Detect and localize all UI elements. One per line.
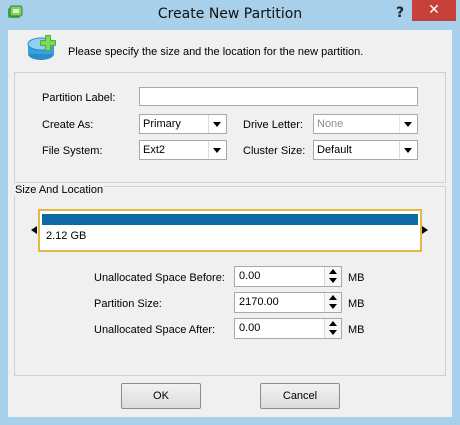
help-button[interactable]: ? — [393, 4, 407, 22]
cluster-size-value: Default — [317, 144, 352, 156]
spin-buttons[interactable] — [324, 293, 341, 312]
move-right-arrow-icon[interactable] — [422, 226, 428, 234]
partition-label-caption: Partition Label: — [42, 92, 116, 104]
unallocated-after-input[interactable]: 0.00 — [234, 318, 342, 339]
size-and-location-title: Size And Location — [14, 184, 105, 196]
spin-down-icon[interactable] — [329, 278, 337, 283]
chevron-down-icon — [399, 115, 417, 133]
dialog-body: Please specify the size and the location… — [8, 30, 452, 417]
unallocated-after-caption: Unallocated Space After: — [94, 324, 216, 336]
dialog-window: Create New Partition ? ✕ Please specify … — [0, 0, 460, 425]
new-partition-disk-icon — [27, 35, 56, 60]
move-left-arrow-icon[interactable] — [31, 226, 37, 234]
window-title: Create New Partition — [157, 6, 303, 22]
partition-size-input[interactable]: 2170.00 — [234, 292, 342, 313]
file-system-value: Ext2 — [143, 144, 166, 156]
file-system-caption: File System: — [42, 145, 103, 157]
unit-label: MB — [348, 298, 365, 310]
spin-up-icon[interactable] — [329, 295, 337, 300]
unallocated-after-value: 0.00 — [239, 322, 261, 334]
cancel-button[interactable]: Cancel — [260, 383, 340, 409]
close-button[interactable]: ✕ — [412, 0, 456, 21]
unit-label: MB — [348, 324, 365, 336]
chevron-down-icon — [208, 115, 226, 133]
partition-size-caption: Partition Size: — [94, 298, 162, 310]
spin-down-icon[interactable] — [329, 304, 337, 309]
cluster-size-caption: Cluster Size: — [243, 145, 306, 157]
chevron-down-icon — [399, 141, 417, 159]
partition-label-input[interactable] — [139, 87, 418, 106]
spin-down-icon[interactable] — [329, 330, 337, 335]
spin-buttons[interactable] — [324, 267, 341, 286]
create-as-value: Primary — [143, 118, 181, 130]
create-as-select[interactable]: Primary — [139, 114, 227, 134]
unit-label: MB — [348, 272, 365, 284]
cluster-size-select[interactable]: Default — [313, 140, 418, 160]
instruction-text: Please specify the size and the location… — [68, 46, 364, 58]
spin-up-icon[interactable] — [329, 269, 337, 274]
partition-bar[interactable] — [42, 214, 418, 225]
drive-letter-select[interactable]: None — [313, 114, 418, 134]
create-as-caption: Create As: — [42, 119, 94, 131]
file-system-select[interactable]: Ext2 — [139, 140, 227, 160]
drive-letter-value: None — [317, 118, 344, 130]
title-bar[interactable]: Create New Partition ? ✕ — [0, 0, 460, 28]
spin-buttons[interactable] — [324, 319, 341, 338]
unallocated-before-caption: Unallocated Space Before: — [94, 272, 225, 284]
partition-size-value: 2170.00 — [239, 296, 279, 308]
spin-up-icon[interactable] — [329, 321, 337, 326]
disk-map[interactable]: 2.12 GB — [38, 209, 422, 252]
chevron-down-icon — [208, 141, 226, 159]
ok-button[interactable]: OK — [121, 383, 201, 409]
drive-letter-caption: Drive Letter: — [243, 119, 303, 131]
unallocated-before-value: 0.00 — [239, 270, 261, 282]
disk-size-label: 2.12 GB — [46, 230, 87, 242]
unallocated-before-input[interactable]: 0.00 — [234, 266, 342, 287]
